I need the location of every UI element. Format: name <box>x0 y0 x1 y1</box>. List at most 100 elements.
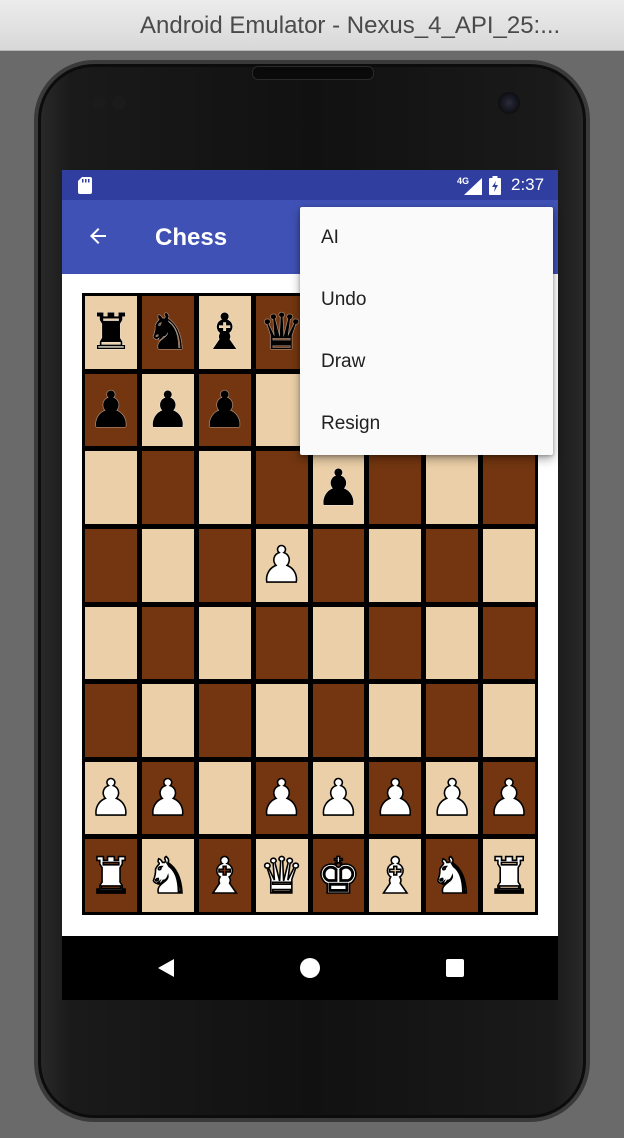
square-c7[interactable]: ♟ <box>198 373 251 447</box>
square-a5[interactable] <box>85 528 137 602</box>
speaker-grille <box>252 66 374 80</box>
square-f6[interactable] <box>369 451 422 524</box>
white-king-icon[interactable]: ♚ <box>315 850 361 902</box>
square-h1[interactable]: ♜ <box>483 839 535 912</box>
white-pawn-icon[interactable]: ♟ <box>258 772 304 824</box>
square-a6[interactable] <box>85 451 137 524</box>
square-g2[interactable]: ♟ <box>426 761 479 835</box>
nav-home-icon[interactable] <box>300 958 320 978</box>
signal-icon <box>464 178 482 195</box>
square-a1[interactable]: ♜ <box>85 839 137 912</box>
square-b2[interactable]: ♟ <box>141 761 194 835</box>
white-pawn-icon[interactable]: ♟ <box>315 772 361 824</box>
square-f4[interactable] <box>369 606 422 680</box>
square-a7[interactable]: ♟ <box>85 373 137 447</box>
black-queen-icon[interactable]: ♛ <box>259 307 304 357</box>
white-pawn-icon[interactable]: ♟ <box>372 772 418 824</box>
square-a4[interactable] <box>85 606 137 680</box>
square-b6[interactable] <box>141 451 194 524</box>
proximity-sensor <box>92 96 106 110</box>
white-queen-icon[interactable]: ♛ <box>258 850 304 902</box>
black-knight-icon[interactable]: ♞ <box>145 307 190 357</box>
black-pawn-icon[interactable]: ♟ <box>316 463 361 513</box>
battery-icon <box>489 176 501 195</box>
white-rook-icon[interactable]: ♜ <box>88 850 134 902</box>
black-pawn-icon[interactable]: ♟ <box>145 385 190 435</box>
square-b3[interactable] <box>141 684 194 757</box>
square-h3[interactable] <box>483 684 535 757</box>
square-g6[interactable] <box>426 451 479 524</box>
black-pawn-icon[interactable]: ♟ <box>89 385 134 435</box>
square-h5[interactable] <box>483 528 535 602</box>
white-pawn-icon[interactable]: ♟ <box>145 772 191 824</box>
square-c2[interactable] <box>198 761 251 835</box>
square-h6[interactable] <box>483 451 535 524</box>
square-e2[interactable]: ♟ <box>312 761 365 835</box>
app-title: Chess <box>155 224 228 251</box>
white-rook-icon[interactable]: ♜ <box>486 850 532 902</box>
square-c3[interactable] <box>198 684 251 757</box>
square-f3[interactable] <box>369 684 422 757</box>
status-bar: 4G 2:37 <box>62 170 558 200</box>
menu-item-draw[interactable]: Draw <box>300 331 553 393</box>
square-e1[interactable]: ♚ <box>312 839 365 912</box>
arrow-back-icon[interactable] <box>86 224 110 248</box>
menu-item-ai[interactable]: AI <box>300 207 553 269</box>
white-pawn-icon[interactable]: ♟ <box>486 772 532 824</box>
square-d6[interactable] <box>255 451 308 524</box>
square-a2[interactable]: ♟ <box>85 761 137 835</box>
square-a3[interactable] <box>85 684 137 757</box>
window-title: Android Emulator - Nexus_4_API_25:... <box>140 12 561 39</box>
square-d1[interactable]: ♛ <box>255 839 308 912</box>
square-c4[interactable] <box>198 606 251 680</box>
window-title-bar: Android Emulator - Nexus_4_API_25:... <box>0 0 624 51</box>
square-d3[interactable] <box>255 684 308 757</box>
square-d2[interactable]: ♟ <box>255 761 308 835</box>
square-c6[interactable] <box>198 451 251 524</box>
square-e4[interactable] <box>312 606 365 680</box>
square-h4[interactable] <box>483 606 535 680</box>
square-c8[interactable]: ♝ <box>198 296 251 369</box>
square-e6[interactable]: ♟ <box>312 451 365 524</box>
square-b4[interactable] <box>141 606 194 680</box>
square-d5[interactable]: ♟ <box>255 528 308 602</box>
menu-item-undo[interactable]: Undo <box>300 269 553 331</box>
nav-back-icon[interactable] <box>156 958 176 978</box>
square-g1[interactable]: ♞ <box>426 839 479 912</box>
status-clock: 2:37 <box>511 175 545 194</box>
square-f1[interactable]: ♝ <box>369 839 422 912</box>
white-knight-icon[interactable]: ♞ <box>429 850 475 902</box>
sd-card-icon <box>78 177 92 194</box>
square-g5[interactable] <box>426 528 479 602</box>
square-f2[interactable]: ♟ <box>369 761 422 835</box>
square-d4[interactable] <box>255 606 308 680</box>
square-f5[interactable] <box>369 528 422 602</box>
white-knight-icon[interactable]: ♞ <box>145 850 191 902</box>
white-pawn-icon[interactable]: ♟ <box>258 539 304 591</box>
white-pawn-icon[interactable]: ♟ <box>88 772 134 824</box>
square-c5[interactable] <box>198 528 251 602</box>
square-g4[interactable] <box>426 606 479 680</box>
light-sensor <box>112 96 126 110</box>
square-g3[interactable] <box>426 684 479 757</box>
square-b1[interactable]: ♞ <box>141 839 194 912</box>
square-b7[interactable]: ♟ <box>141 373 194 447</box>
front-camera <box>498 92 520 114</box>
overflow-menu: AI Undo Draw Resign <box>300 207 553 455</box>
square-h2[interactable]: ♟ <box>483 761 535 835</box>
white-pawn-icon[interactable]: ♟ <box>429 772 475 824</box>
white-bishop-icon[interactable]: ♝ <box>201 850 247 902</box>
square-a8[interactable]: ♜ <box>85 296 137 369</box>
square-e3[interactable] <box>312 684 365 757</box>
black-bishop-icon[interactable]: ♝ <box>202 307 247 357</box>
square-b8[interactable]: ♞ <box>141 296 194 369</box>
square-e5[interactable] <box>312 528 365 602</box>
nav-recents-icon[interactable] <box>446 959 464 977</box>
white-bishop-icon[interactable]: ♝ <box>372 850 418 902</box>
navigation-bar <box>62 936 558 1000</box>
black-pawn-icon[interactable]: ♟ <box>202 385 247 435</box>
black-rook-icon[interactable]: ♜ <box>89 307 134 357</box>
square-b5[interactable] <box>141 528 194 602</box>
square-c1[interactable]: ♝ <box>198 839 251 912</box>
menu-item-resign[interactable]: Resign <box>300 393 553 455</box>
